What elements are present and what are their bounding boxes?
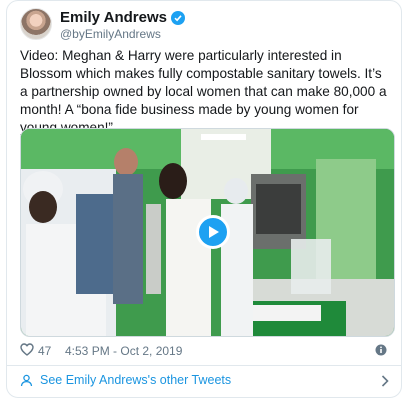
chevron-right-icon[interactable] — [381, 374, 389, 392]
author-handle[interactable]: @byEmilyAndrews — [60, 27, 161, 41]
heart-icon[interactable] — [20, 343, 34, 359]
play-icon — [209, 226, 219, 238]
tweet-card: Emily Andrews @byEmilyAndrews Video: Meg… — [6, 0, 402, 398]
person-icon — [20, 374, 33, 392]
tweet-meta: 47 4:53 PM - Oct 2, 2019 — [20, 343, 387, 359]
verified-badge-icon — [170, 10, 185, 25]
divider — [7, 365, 401, 366]
tweet-timestamp[interactable]: 4:53 PM - Oct 2, 2019 — [65, 344, 182, 358]
info-icon[interactable] — [375, 344, 387, 359]
play-button[interactable] — [196, 215, 230, 249]
see-other-tweets-link[interactable]: See Emily Andrews's other Tweets — [20, 373, 389, 391]
author-name-row: Emily Andrews — [60, 9, 185, 26]
author-name[interactable]: Emily Andrews — [60, 9, 167, 26]
avatar[interactable] — [20, 8, 52, 40]
see-other-tweets-label[interactable]: See Emily Andrews's other Tweets — [40, 373, 231, 387]
video-player[interactable] — [20, 128, 395, 337]
like-count[interactable]: 47 — [38, 344, 51, 358]
tweet-text: Video: Meghan & Harry were particularly … — [20, 48, 387, 135]
tweet-header: Emily Andrews @byEmilyAndrews — [20, 8, 389, 42]
